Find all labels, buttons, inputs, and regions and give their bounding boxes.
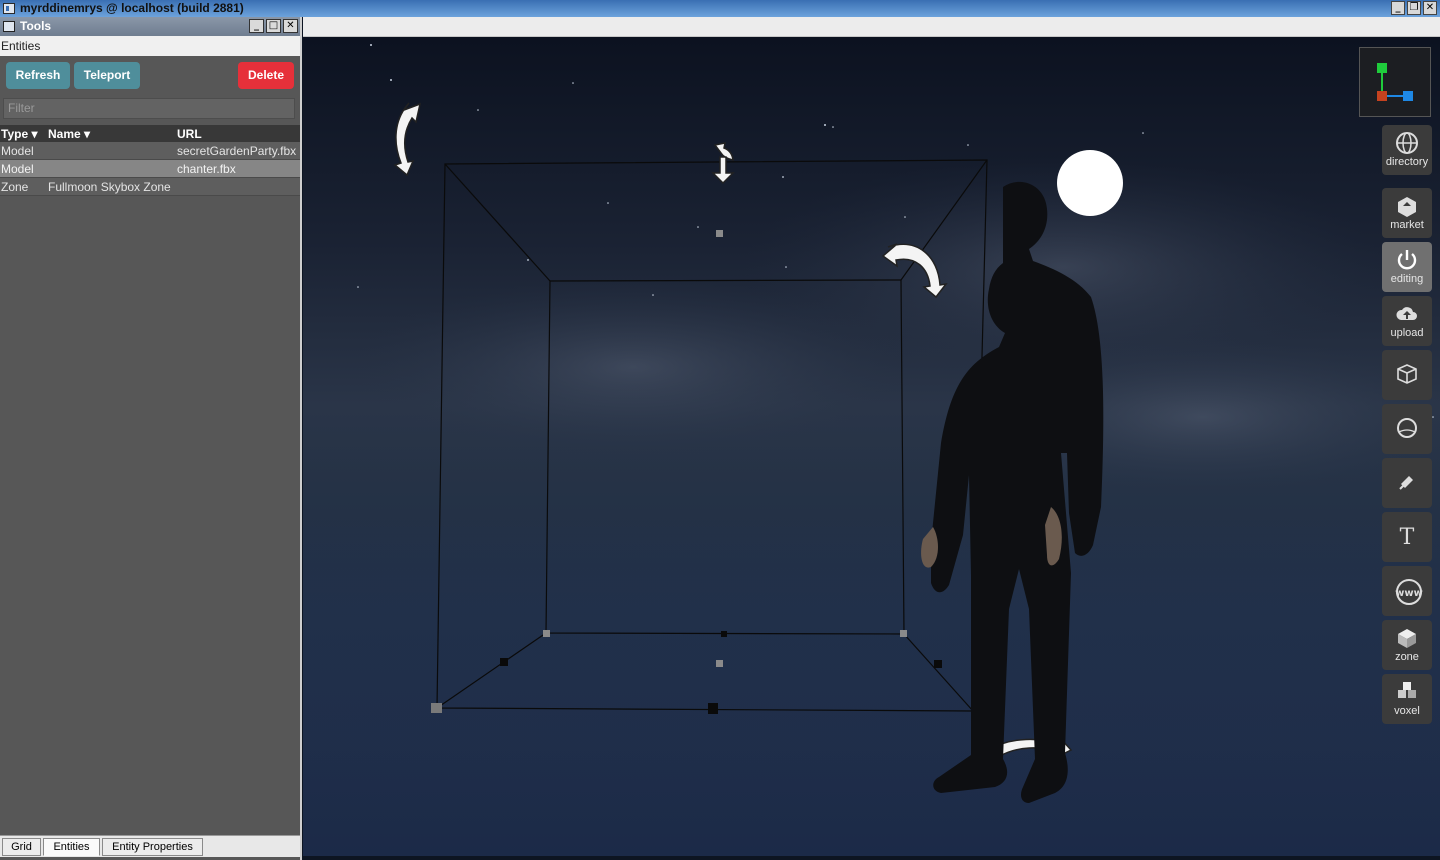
- menu-strip: [303, 17, 1440, 37]
- toolbar-web-button[interactable]: www: [1382, 566, 1432, 616]
- toolbar-zone-button[interactable]: zone: [1382, 620, 1432, 670]
- www-icon: www: [1395, 578, 1423, 605]
- market-box-icon: [1395, 194, 1419, 218]
- power-icon: [1395, 248, 1419, 272]
- entities-table: Type ▾ Name ▾ URL Model secretGardenParty…: [0, 125, 300, 196]
- axis-gizmo: [1377, 63, 1413, 101]
- tools-title-bar: Tools _ □ ✕: [0, 17, 300, 36]
- tools-window-icon: [3, 21, 15, 32]
- toolbar-label: editing: [1390, 273, 1424, 285]
- zone-box-icon: [1395, 626, 1419, 650]
- toolbar-label: directory: [1385, 156, 1429, 168]
- table-row[interactable]: Model secretGardenParty.fbx: [0, 142, 300, 160]
- globe-icon: [1395, 131, 1419, 155]
- toolbar-light-button[interactable]: [1382, 458, 1432, 508]
- column-url[interactable]: URL: [177, 127, 202, 141]
- cell-name: Fullmoon Skybox Zone: [48, 180, 171, 194]
- app-icon: [3, 3, 15, 14]
- refresh-button[interactable]: Refresh: [6, 62, 70, 89]
- tools-minimize-button[interactable]: _: [249, 19, 264, 33]
- toolbar-label: upload: [1390, 327, 1424, 339]
- toolbar-sphere-button[interactable]: [1382, 404, 1432, 454]
- light-icon: [1395, 470, 1419, 494]
- tools-tab-bar: Grid Entities Entity Properties: [0, 835, 300, 857]
- scene-canvas: [303, 44, 1440, 856]
- sphere-icon: [1395, 416, 1419, 440]
- tab-entities[interactable]: Entities: [43, 838, 100, 856]
- tab-grid[interactable]: Grid: [2, 838, 41, 856]
- orientation-widget: [1359, 47, 1431, 117]
- 3d-viewport[interactable]: [303, 37, 1440, 856]
- restore-button[interactable]: ❐: [1407, 1, 1421, 15]
- section-label: Entities: [0, 36, 300, 56]
- toolbar-market-button[interactable]: market: [1382, 188, 1432, 238]
- table-row[interactable]: Zone Fullmoon Skybox Zone: [0, 178, 300, 196]
- toolbar-label: voxel: [1394, 705, 1420, 717]
- column-type[interactable]: Type ▾: [1, 127, 37, 141]
- cell-type: Zone: [1, 180, 29, 194]
- svg-text:T: T: [1400, 525, 1415, 548]
- cube-icon: [1395, 362, 1419, 386]
- tools-close-button[interactable]: ✕: [283, 19, 298, 33]
- table-row[interactable]: Model chanter.fbx: [0, 160, 300, 178]
- tools-title: Tools: [20, 19, 52, 33]
- delete-button[interactable]: Delete: [238, 62, 294, 89]
- tab-entity-properties[interactable]: Entity Properties: [102, 838, 203, 856]
- cell-type: Model: [1, 144, 34, 158]
- window-title: myrddinemrys @ localhost (build 2881): [20, 1, 244, 15]
- cell-url: chanter.fbx: [177, 162, 236, 176]
- table-header: Type ▾ Name ▾ URL: [0, 125, 300, 142]
- cell-type: Model: [1, 162, 34, 176]
- tools-maximize-button[interactable]: □: [266, 19, 281, 33]
- close-button[interactable]: ✕: [1423, 1, 1437, 15]
- voxel-icon: [1395, 680, 1419, 704]
- moon: [1057, 150, 1123, 216]
- column-name[interactable]: Name ▾: [48, 127, 90, 141]
- entities-list-panel: Refresh Teleport Delete Filter Type ▾ Na…: [0, 56, 300, 833]
- toolbar-editing-button[interactable]: editing: [1382, 242, 1432, 292]
- toolbar-label: market: [1390, 219, 1424, 231]
- toolbar-upload-button[interactable]: upload: [1382, 296, 1432, 346]
- teleport-button[interactable]: Teleport: [74, 62, 140, 89]
- minimize-button[interactable]: _: [1391, 1, 1405, 15]
- toolbar-cube-button[interactable]: [1382, 350, 1432, 400]
- toolbar-directory-button[interactable]: directory: [1382, 125, 1432, 175]
- tools-panel: Tools _ □ ✕ Entities Refresh Teleport De…: [0, 17, 302, 860]
- window-title-bar: myrddinemrys @ localhost (build 2881) _ …: [0, 0, 1440, 17]
- cloud-upload-icon: [1395, 302, 1419, 326]
- cell-url: secretGardenParty.fbx: [177, 144, 297, 158]
- toolbar-label: zone: [1395, 651, 1419, 663]
- filter-input[interactable]: Filter: [3, 98, 295, 119]
- text-icon: T: [1395, 524, 1419, 550]
- toolbar-text-button[interactable]: T: [1382, 512, 1432, 562]
- toolbar-voxel-button[interactable]: voxel: [1382, 674, 1432, 724]
- svg-text:www: www: [1395, 588, 1423, 599]
